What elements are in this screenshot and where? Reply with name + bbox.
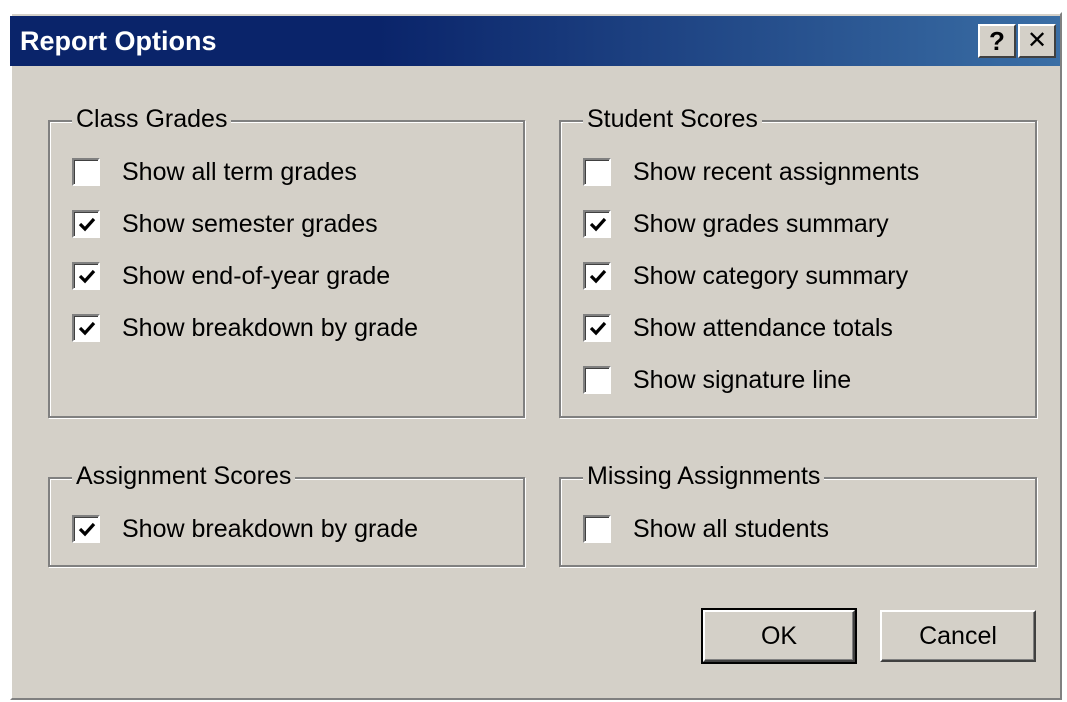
assignment-scores-group: Assignment Scores Show breakdown by grad… xyxy=(48,461,525,567)
checkbox-box[interactable] xyxy=(72,262,100,290)
checkbox-show-end-of-year-grade[interactable]: Show end-of-year grade xyxy=(72,258,390,294)
checkbox-label: Show end-of-year grade xyxy=(122,262,391,290)
help-icon: ? xyxy=(989,26,1005,56)
student-scores-legend: Student Scores xyxy=(583,104,762,134)
checkbox-box[interactable] xyxy=(583,314,611,342)
title-bar: Report Options ? ✕ xyxy=(10,16,1060,66)
checkbox-label: Show breakdown by grade xyxy=(122,515,419,543)
checkbox-show-grades-summary[interactable]: Show grades summary xyxy=(583,206,889,242)
checkbox-show-semester-grades[interactable]: Show semester grades xyxy=(72,206,378,242)
checkbox-label: Show all term grades xyxy=(122,158,357,186)
checkbox-show-breakdown-by-grade[interactable]: Show breakdown by grade xyxy=(72,310,418,346)
close-button[interactable]: ✕ xyxy=(1018,24,1056,58)
checkbox-show-signature-line[interactable]: Show signature line xyxy=(583,362,851,398)
checkbox-label: Show recent assignments xyxy=(633,158,920,186)
checkmark-icon xyxy=(78,321,96,336)
missing-assignments-legend: Missing Assignments xyxy=(583,461,825,491)
checkmark-icon xyxy=(78,217,96,232)
class-grades-group: Class Grades Show all term grades Show s… xyxy=(48,104,525,418)
checkbox-box[interactable] xyxy=(72,515,100,543)
close-icon: ✕ xyxy=(1026,27,1048,54)
help-button[interactable]: ? xyxy=(978,24,1016,58)
checkbox-show-all-students[interactable]: Show all students xyxy=(583,511,829,547)
student-scores-group: Student Scores Show recent assignments S… xyxy=(559,104,1037,418)
checkmark-icon xyxy=(78,269,96,284)
checkbox-label: Show all students xyxy=(633,515,829,543)
checkbox-box[interactable] xyxy=(72,314,100,342)
checkbox-box[interactable] xyxy=(583,366,611,394)
cancel-button[interactable]: Cancel xyxy=(880,610,1036,662)
checkbox-box[interactable] xyxy=(583,158,611,186)
missing-assignments-group: Missing Assignments Show all students xyxy=(559,461,1037,567)
assignment-scores-legend: Assignment Scores xyxy=(72,461,296,491)
checkbox-label: Show attendance totals xyxy=(633,314,893,342)
window-title: Report Options xyxy=(20,26,217,56)
checkmark-icon xyxy=(78,522,96,537)
checkbox-box[interactable] xyxy=(72,210,100,238)
checkbox-show-attendance-totals[interactable]: Show attendance totals xyxy=(583,310,893,346)
checkbox-label: Show semester grades xyxy=(122,210,378,238)
checkbox-show-category-summary[interactable]: Show category summary xyxy=(583,258,908,294)
checkbox-box[interactable] xyxy=(583,262,611,290)
checkbox-label: Show grades summary xyxy=(633,210,889,238)
checkbox-label: Show breakdown by grade xyxy=(122,314,419,342)
checkmark-icon xyxy=(589,269,607,284)
ok-button[interactable]: OK xyxy=(701,608,857,664)
checkbox-box[interactable] xyxy=(583,515,611,543)
class-grades-legend: Class Grades xyxy=(72,104,232,134)
checkbox-assignment-breakdown-by-grade[interactable]: Show breakdown by grade xyxy=(72,511,418,547)
checkbox-label: Show signature line xyxy=(633,366,852,394)
checkmark-icon xyxy=(589,321,607,336)
checkbox-show-recent-assignments[interactable]: Show recent assignments xyxy=(583,154,919,190)
checkbox-label: Show category summary xyxy=(633,262,909,290)
checkmark-icon xyxy=(589,217,607,232)
checkbox-show-all-term-grades[interactable]: Show all term grades xyxy=(72,154,357,190)
checkbox-box[interactable] xyxy=(72,158,100,186)
checkbox-box[interactable] xyxy=(583,210,611,238)
